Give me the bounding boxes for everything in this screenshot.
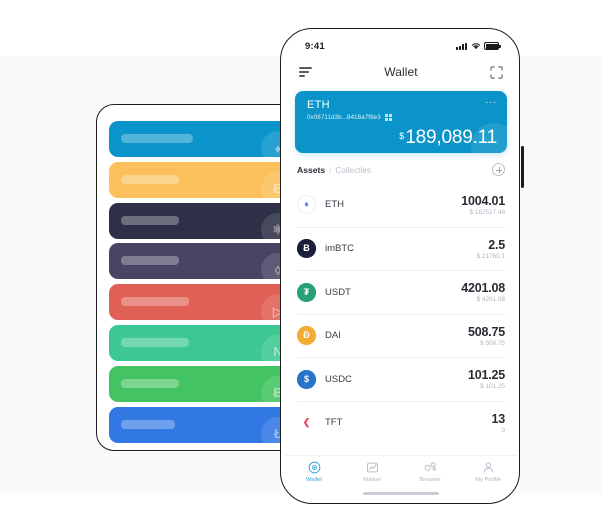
asset-name: DAI [325,330,341,342]
tft-coin-icon: ❮ [297,413,316,433]
app-header: Wallet [285,57,517,87]
screenshot-stage: ♦ Ƀ ⚛ ◊ ▷ N Ƀ Ł 9:41 Wallet ETH ··· 0x08… [0,0,602,532]
asset-fiat-value: $ 4201.08 [476,296,505,304]
asset-values: 2.5 $ 21760.1 [476,237,506,260]
tab-label: Browser [419,477,441,483]
card-placeholder-bar [121,297,189,307]
market-tab-icon [366,461,379,474]
assets-toolbar: Assets / Collectles [285,153,517,183]
asset-row[interactable]: $ USDC 101.25 $ 101.25 [297,357,505,401]
asset-fiat-value: $ 21760.1 [476,252,505,260]
asset-fiat-value: $ 508.75 [480,339,505,347]
asset-amount: 1004.01 [461,193,505,208]
battery-icon [484,42,501,50]
phone-side-button[interactable] [521,146,524,188]
asset-values: 13 0 [491,412,505,434]
tab-my-profile[interactable]: My Profile [459,461,517,483]
card-placeholder-bar [121,419,175,429]
tab-label: Market [363,477,381,483]
card-placeholder-bar [121,215,179,225]
token-card-eos[interactable]: ◊ [109,243,288,280]
imbtc-coin-icon: Ƀ [297,239,316,259]
tab-collectibles[interactable]: Collectles [335,166,371,175]
profile-tab-icon [482,461,495,474]
asset-list: ♦ ETH 1004.01 $ 162517.48 ɃimBTC 2.5 $ 21760.1… [285,183,517,455]
asset-amount: 101.25 [467,368,505,383]
card-placeholder-bar [121,378,179,388]
asset-fiat-value: $ 101.25 [480,383,505,391]
wifi-icon [471,43,480,50]
cellular-signal-icon [456,42,467,50]
tab-browser[interactable]: Browser [401,461,459,483]
asset-row[interactable]: ₮ USDT 4201.08 $ 4201.08 [297,270,505,314]
browser-tab-icon [424,461,437,474]
wallet-tab-icon [308,461,321,474]
asset-amount: 4201.08 [461,281,505,296]
wallet-address: 0x08711d3b...8418a7f8e3 [307,114,381,121]
asset-fiat-value: 0 [501,426,505,434]
card-placeholder-bar [121,174,179,184]
status-bar: 9:41 [285,33,517,57]
eth-balance-card[interactable]: ETH ··· 0x08711d3b...8418a7f8e3 $ 189,08… [295,91,507,153]
asset-values: 4201.08 $ 4201.08 [461,281,505,303]
card-stack-panel: ♦ Ƀ ⚛ ◊ ▷ N Ƀ Ł [96,104,311,451]
card-placeholder-bar [121,256,179,266]
asset-amount: 13 [491,411,505,426]
token-card-btc[interactable]: Ƀ [109,161,288,198]
asset-row[interactable]: Ð DAI 508.75 $ 508.75 [297,313,505,358]
tab-separator: / [329,165,332,175]
scan-qr-icon[interactable] [490,65,503,79]
token-card-atom[interactable]: ⚛ [109,202,288,239]
eth-coin-icon: ♦ [297,195,316,215]
assets-tab-group: Assets / Collectles [297,165,371,175]
token-card-bch[interactable]: Ƀ [109,365,288,402]
balance-amount-group: $ 189,089.11 [399,128,497,147]
status-icons [456,42,501,50]
phone-screen: 9:41 Wallet ETH ··· 0x08711d3b...8418a7f… [285,33,517,501]
asset-amount: 508.75 [467,324,505,339]
qr-code-icon[interactable] [384,114,392,121]
usdt-coin-icon: ₮ [297,282,316,302]
hamburger-menu-icon[interactable] [299,67,312,77]
asset-name: USDT [325,286,351,298]
tab-wallet[interactable]: Wallet [285,461,343,483]
card-placeholder-bar [121,337,189,347]
home-indicator [363,492,439,495]
balance-value: 189,089.11 [405,127,497,148]
tab-assets[interactable]: Assets [297,165,325,175]
tab-market[interactable]: Market [343,461,401,483]
token-card-neo[interactable]: N [109,324,288,361]
asset-amount: 2.5 [488,237,505,252]
asset-values: 1004.01 $ 162517.48 [461,194,505,216]
dai-coin-icon: Ð [297,326,316,346]
asset-row[interactable]: ♦ ETH 1004.01 $ 162517.48 [297,183,505,227]
currency-symbol: $ [399,131,405,141]
asset-values: 508.75 $ 508.75 [468,325,505,347]
phone-device: 9:41 Wallet ETH ··· 0x08711d3b...8418a7f… [280,28,520,504]
token-card-eth[interactable]: ♦ [109,121,288,157]
token-card-ltc[interactable]: Ł [109,406,288,443]
asset-name: ETH [325,199,344,211]
asset-values: 101.25 $ 101.25 [468,368,505,390]
asset-name: USDC [325,373,352,385]
asset-name: imBTC [325,243,355,255]
more-options-icon[interactable]: ··· [485,98,497,108]
asset-row[interactable]: ❮ TFT 13 0 [297,400,505,445]
token-card-trx[interactable]: ▷ [109,284,288,321]
usdc-coin-icon: $ [297,369,316,389]
balance-card-symbol: ETH [307,99,330,111]
asset-name: TFT [325,417,343,429]
asset-row[interactable]: ɃimBTC 2.5 $ 21760.1 [297,226,506,271]
wallet-address-row[interactable]: 0x08711d3b...8418a7f8e3 [307,114,392,121]
add-asset-icon[interactable] [492,163,505,176]
page-title: Wallet [384,65,418,79]
status-time: 9:41 [305,40,325,52]
card-placeholder-bar [121,134,193,143]
tab-label: Wallet [306,477,322,483]
tab-label: My Profile [475,477,501,483]
asset-fiat-value: $ 162517.48 [469,208,505,216]
